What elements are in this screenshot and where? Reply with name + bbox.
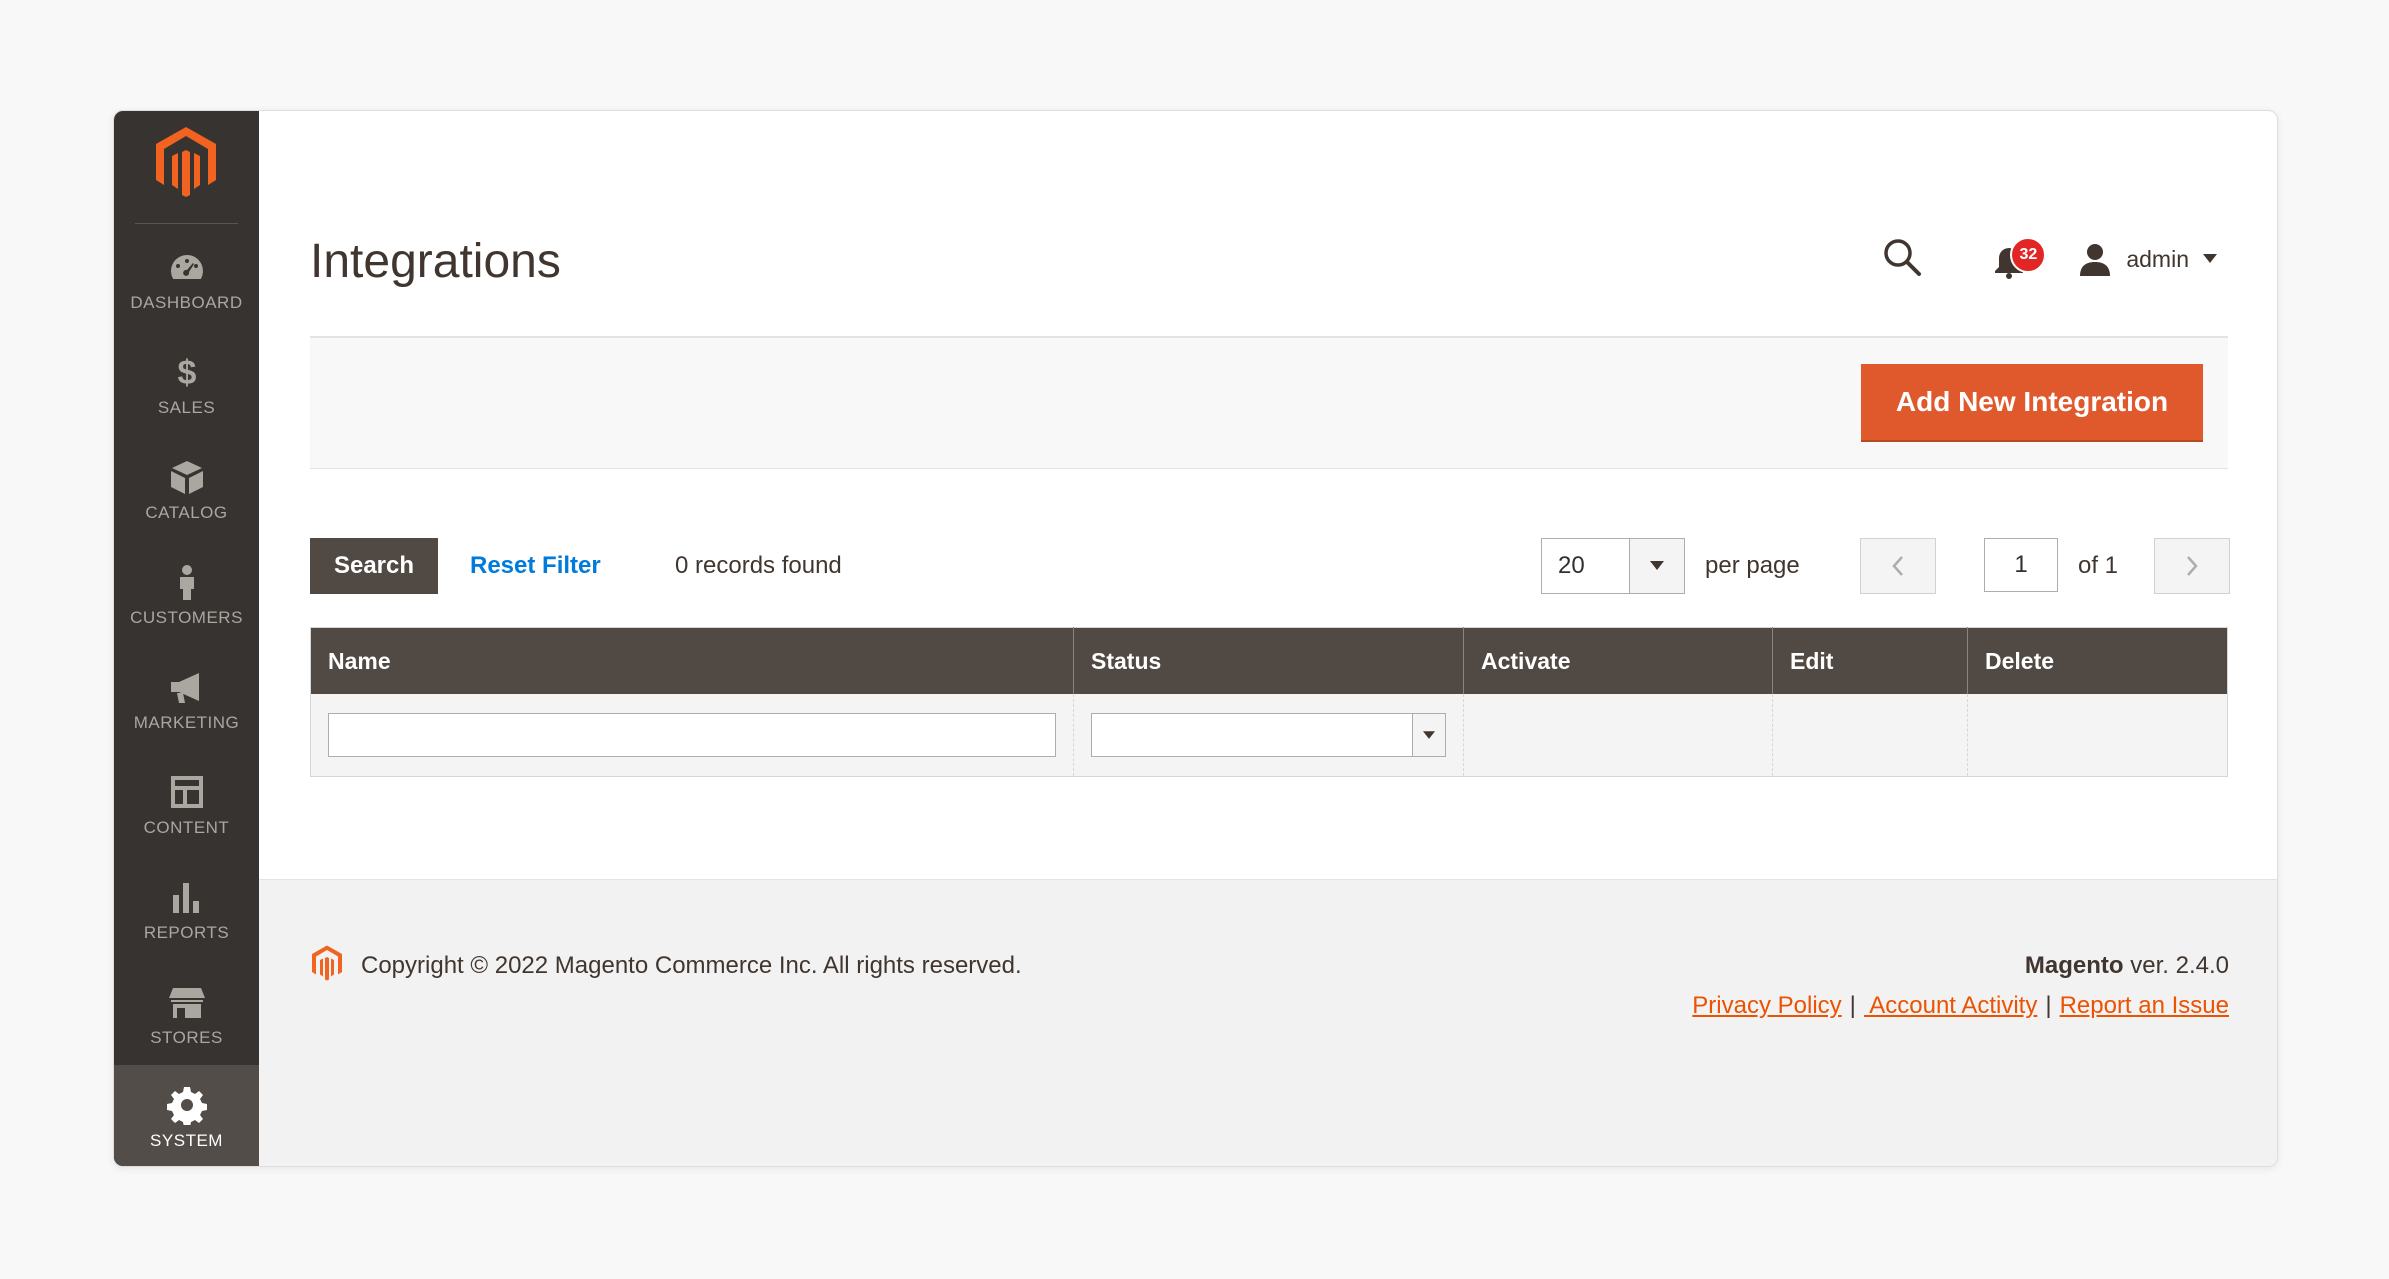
search-icon[interactable] bbox=[1882, 237, 1922, 282]
nav-label: STORES bbox=[150, 1027, 223, 1047]
user-menu[interactable]: admin bbox=[2078, 242, 2217, 276]
search-button[interactable]: Search bbox=[310, 538, 438, 594]
magento-footer-logo bbox=[312, 945, 342, 981]
admin-window: DASHBOARD $ SALES CATALOG CUSTOMERS MARK… bbox=[113, 110, 2278, 1167]
integrations-grid: Name Status Activate Edit Delete bbox=[310, 627, 2228, 777]
version-number: ver. 2.4.0 bbox=[2123, 952, 2229, 979]
copyright-text: Copyright © 2022 Magento Commerce Inc. A… bbox=[361, 952, 1022, 979]
nav-marketing[interactable]: MARKETING bbox=[114, 647, 259, 752]
page-title: Integrations bbox=[310, 235, 561, 288]
notification-count-badge: 32 bbox=[2010, 237, 2047, 273]
nav-content[interactable]: CONTENT bbox=[114, 752, 259, 857]
logo-divider bbox=[135, 223, 238, 224]
version-info: Magento ver. 2.4.0 bbox=[2025, 952, 2229, 980]
brand-name: Magento bbox=[2024, 952, 2124, 979]
privacy-policy-link[interactable]: Privacy Policy bbox=[1692, 992, 1841, 1019]
link-separator: | bbox=[2045, 992, 2052, 1019]
delete-filter-cell bbox=[1967, 694, 2228, 777]
filter-row bbox=[310, 694, 2228, 777]
sidebar: DASHBOARD $ SALES CATALOG CUSTOMERS MARK… bbox=[114, 111, 259, 1166]
chevron-left-icon bbox=[1892, 556, 1903, 576]
current-page-input[interactable] bbox=[1984, 538, 2058, 592]
add-new-integration-button[interactable]: Add New Integration bbox=[1861, 364, 2203, 442]
nav-catalog[interactable]: CATALOG bbox=[114, 437, 259, 542]
storefront-icon bbox=[168, 987, 205, 1018]
activate-filter-cell bbox=[1463, 694, 1773, 777]
link-separator: | bbox=[1849, 992, 1856, 1019]
reset-filter-link[interactable]: Reset Filter bbox=[470, 552, 601, 580]
person-icon bbox=[179, 564, 194, 600]
megaphone-icon bbox=[170, 672, 199, 703]
footer-links: Privacy Policy | Account Activity | Report … bbox=[1692, 992, 2229, 1020]
nav-label: SYSTEM bbox=[150, 1130, 223, 1150]
nav-label: REPORTS bbox=[143, 922, 230, 942]
next-page-button[interactable] bbox=[2154, 538, 2230, 594]
nav-label: SALES bbox=[157, 397, 216, 417]
nav-label: CUSTOMERS bbox=[130, 607, 243, 627]
box-icon bbox=[170, 460, 203, 494]
column-header-delete: Delete bbox=[1967, 627, 2228, 694]
speedometer-icon bbox=[170, 254, 203, 279]
edit-filter-cell bbox=[1772, 694, 1968, 777]
nav-reports[interactable]: REPORTS bbox=[114, 857, 259, 962]
per-page-value: 20 bbox=[1558, 552, 1585, 579]
name-filter-cell bbox=[310, 694, 1074, 777]
per-page-label: per page bbox=[1705, 552, 1800, 579]
chevron-down-icon[interactable] bbox=[1629, 539, 1684, 593]
chevron-right-icon bbox=[2187, 556, 2198, 576]
svg-text:$: $ bbox=[177, 354, 196, 392]
column-header-edit: Edit bbox=[1772, 627, 1968, 694]
column-header-status[interactable]: Status bbox=[1073, 627, 1464, 694]
caret-down-icon bbox=[2203, 254, 2217, 263]
page-footer: Copyright © 2022 Magento Commerce Inc. A… bbox=[259, 879, 2277, 1166]
grid-header-row: Name Status Activate Edit Delete bbox=[310, 627, 2228, 694]
user-name: admin bbox=[2126, 245, 2189, 272]
nav-dashboard[interactable]: DASHBOARD bbox=[114, 227, 259, 332]
column-header-name[interactable]: Name bbox=[310, 627, 1074, 694]
status-filter-value bbox=[1092, 714, 1412, 756]
nav-label: CONTENT bbox=[143, 817, 230, 837]
header-actions: 32 admin bbox=[1882, 229, 2217, 289]
nav-sales[interactable]: $ SALES bbox=[114, 332, 259, 437]
page-total: of 1 bbox=[2078, 552, 2119, 579]
nav-stores[interactable]: STORES bbox=[114, 962, 259, 1067]
nav-label: CATALOG bbox=[145, 502, 228, 522]
name-filter-input[interactable] bbox=[328, 713, 1056, 757]
status-filter-cell bbox=[1073, 694, 1464, 777]
column-header-activate: Activate bbox=[1463, 627, 1773, 694]
dollar-icon: $ bbox=[177, 354, 196, 392]
status-filter-select[interactable] bbox=[1091, 713, 1446, 757]
chevron-down-icon[interactable] bbox=[1412, 714, 1445, 756]
page-actions-bar: Add New Integration bbox=[310, 336, 2228, 469]
nav-system[interactable]: SYSTEM bbox=[114, 1065, 259, 1166]
nav-label: DASHBOARD bbox=[130, 292, 243, 312]
previous-page-button[interactable] bbox=[1860, 538, 1936, 594]
user-icon bbox=[2080, 244, 2111, 276]
layout-icon bbox=[170, 775, 203, 808]
gear-icon bbox=[166, 1086, 207, 1125]
magento-logo[interactable] bbox=[152, 125, 220, 199]
report-issue-link[interactable]: Report an Issue bbox=[2060, 992, 2229, 1019]
nav-label: MARKETING bbox=[133, 712, 240, 732]
nav-customers[interactable]: CUSTOMERS bbox=[114, 542, 259, 647]
account-activity-link[interactable]: Account Activity bbox=[1864, 992, 2037, 1019]
bar-chart-icon bbox=[172, 882, 199, 913]
notifications-button[interactable]: 32 bbox=[1992, 237, 2047, 279]
per-page-select[interactable]: 20 bbox=[1541, 538, 1685, 594]
records-count: 0 records found bbox=[675, 552, 842, 579]
